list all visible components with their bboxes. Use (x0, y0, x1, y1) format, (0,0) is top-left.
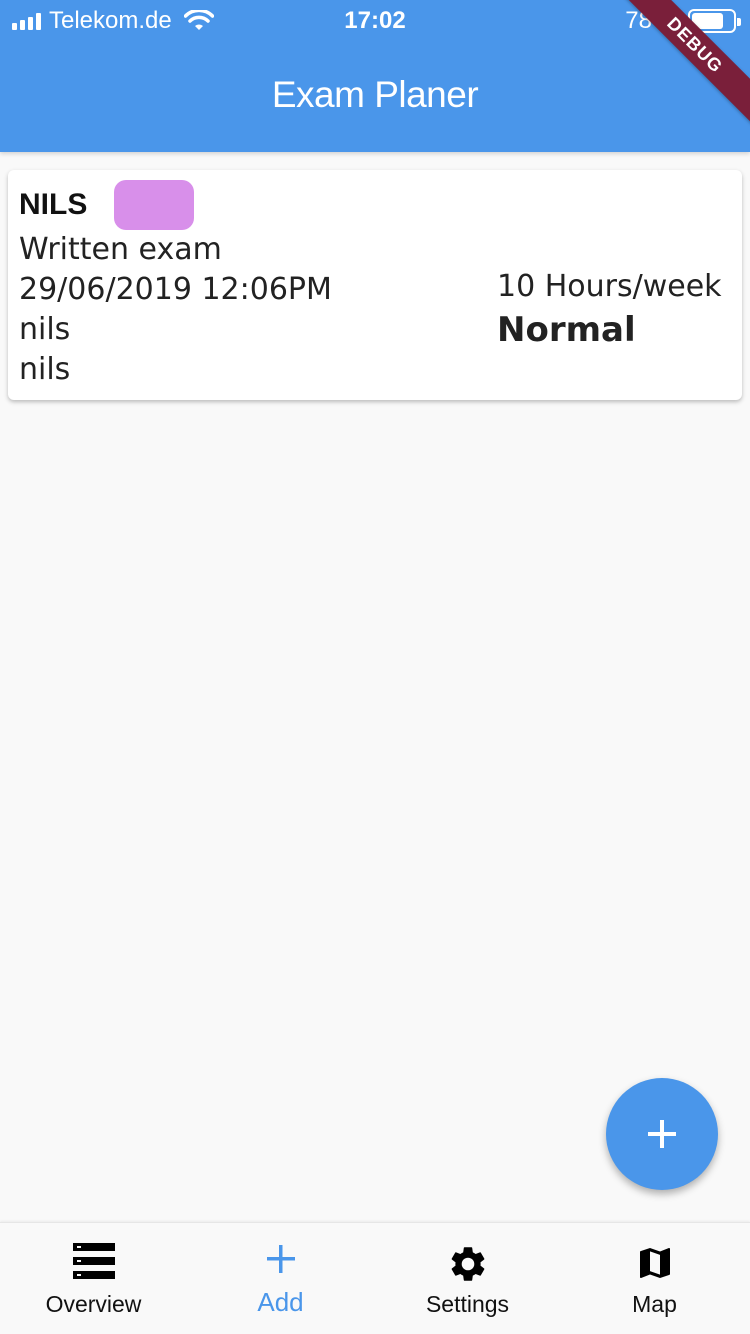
nav-label-map: Map (632, 1291, 677, 1317)
bottom-navigation: Overview Add Settings Map (0, 1222, 750, 1334)
exam-detail-line: nils (19, 352, 71, 387)
page-title: Exam Planer (271, 74, 479, 115)
exam-color-chip (114, 180, 194, 230)
gear-icon (451, 1247, 484, 1281)
nav-item-add[interactable]: Add (187, 1223, 374, 1334)
exam-planer-screen: Telekom.de 17:02 78 % Exam Planer DEBUG … (0, 0, 750, 1334)
list-icon (72, 1243, 115, 1279)
nav-label-add: Add (257, 1287, 304, 1317)
nav-label-settings: Settings (425, 1291, 510, 1317)
exam-detail-line: nils (19, 312, 71, 347)
exam-type: Written exam (19, 232, 222, 267)
exam-name: NILS (19, 188, 88, 221)
add-exam-button[interactable] (606, 1078, 718, 1190)
nav-item-settings[interactable]: Settings (374, 1223, 561, 1334)
exam-priority: Normal (497, 310, 636, 350)
exam-card[interactable]: NILS Written exam 29/06/2019 12:06PM nil… (8, 170, 742, 400)
map-icon (639, 1248, 670, 1278)
nav-item-overview[interactable]: Overview (0, 1223, 187, 1334)
plus-icon (266, 1245, 295, 1273)
nav-item-map[interactable]: Map (561, 1223, 748, 1334)
exam-datetime: 29/06/2019 12:06PM (19, 272, 332, 307)
plus-icon (648, 1120, 676, 1148)
app-bar: Telekom.de 17:02 78 % Exam Planer DEBUG (0, 0, 750, 152)
nav-label-overview: Overview (45, 1291, 142, 1317)
exam-hours-per-week: 10 Hours/week (497, 269, 722, 304)
